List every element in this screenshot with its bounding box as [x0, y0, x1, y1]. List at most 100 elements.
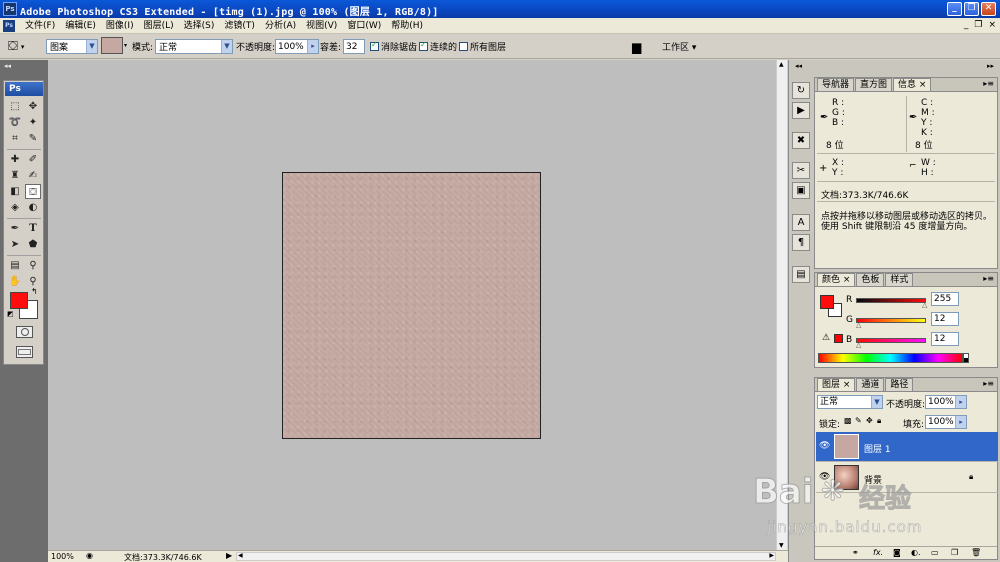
type-tool-icon[interactable]: T: [25, 221, 41, 236]
link-layers-icon[interactable]: ⚭: [852, 548, 859, 557]
tab-swatches[interactable]: 色板: [856, 273, 885, 286]
delete-layer-icon[interactable]: 🗑︎: [971, 548, 981, 557]
fill-source-select[interactable]: 图案 ▼: [46, 39, 98, 54]
mode-select[interactable]: 正常 ▼: [155, 39, 233, 54]
pen-tool-icon[interactable]: ✒: [7, 221, 23, 236]
doc-minimize-button[interactable]: _: [964, 20, 969, 30]
tab-styles[interactable]: 样式: [885, 273, 914, 286]
opacity-field[interactable]: 100% ▸: [275, 39, 319, 54]
notes-tool-icon[interactable]: ▤: [7, 258, 23, 273]
lock-all-icon[interactable]: 🔒︎: [877, 416, 881, 426]
ps-menu-icon[interactable]: Ps: [3, 20, 15, 32]
blend-mode-select[interactable]: 正常 ▼: [817, 395, 883, 409]
minimize-button[interactable]: _: [947, 2, 962, 16]
hand-tool-icon[interactable]: ✋: [7, 274, 23, 289]
panel-menu-icon[interactable]: ▸≡: [983, 274, 994, 283]
document-canvas[interactable]: [282, 172, 541, 439]
doc-close-button[interactable]: ×: [988, 20, 996, 30]
web-safe-color-swatch[interactable]: [834, 334, 843, 343]
spectrum-black-white[interactable]: [963, 353, 969, 363]
layer-row-layer1[interactable]: 👁︎ 图层 1: [816, 432, 998, 462]
slider-thumb-icon[interactable]: △: [856, 341, 861, 349]
blur-tool-icon[interactable]: ◈: [7, 200, 23, 215]
blue-slider[interactable]: [856, 338, 926, 343]
color-fg-swatch[interactable]: [820, 295, 834, 309]
maximize-button[interactable]: ❐: [964, 2, 979, 16]
clone-source-icon[interactable]: ▣: [792, 182, 810, 199]
menu-layer[interactable]: 图层(L): [139, 20, 179, 32]
paint-bucket-tool-icon[interactable]: ⛋: [25, 184, 41, 199]
close-button[interactable]: ✕: [981, 2, 996, 16]
new-layer-icon[interactable]: ❐: [951, 548, 958, 557]
ps-logo[interactable]: Ps: [5, 82, 43, 96]
default-colors-icon[interactable]: ◩: [7, 310, 14, 318]
menu-image[interactable]: 图像(I): [101, 20, 139, 32]
tab-info[interactable]: 信息 ×: [893, 78, 932, 91]
character-panel-icon[interactable]: A: [792, 214, 810, 231]
history-panel-icon[interactable]: ↻: [792, 82, 810, 99]
scroll-left-icon[interactable]: ◀: [238, 552, 243, 559]
move-tool-icon[interactable]: ✥: [25, 99, 41, 114]
tolerance-field[interactable]: 32: [343, 39, 365, 54]
history-brush-tool-icon[interactable]: ✍: [25, 168, 41, 183]
healing-brush-tool-icon[interactable]: ✚: [7, 152, 23, 167]
collapse-arrows-icon[interactable]: ◂◂: [795, 62, 802, 70]
tool-preset-picker[interactable]: ⛋ ▾: [8, 39, 24, 54]
collapse-arrows-icon[interactable]: ▸▸: [987, 62, 994, 70]
menu-window[interactable]: 窗口(W): [342, 20, 386, 32]
layer-mask-icon[interactable]: ◙: [893, 548, 901, 557]
tab-histogram[interactable]: 直方图: [855, 78, 893, 91]
layer-opacity-field[interactable]: 100% ▸: [925, 395, 967, 409]
vertical-scrollbar[interactable]: ▲ ▼: [776, 60, 787, 550]
menu-help[interactable]: 帮助(H): [386, 20, 428, 32]
layer-comps-icon[interactable]: ▤: [792, 266, 810, 283]
tab-navigator[interactable]: 导航器: [817, 78, 855, 91]
menu-analysis[interactable]: 分析(A): [260, 20, 301, 32]
pattern-picker[interactable]: ▾: [101, 37, 127, 54]
tab-channels[interactable]: 通道: [856, 378, 885, 391]
red-value-field[interactable]: 255: [931, 292, 959, 306]
doc-restore-button[interactable]: ❐: [974, 20, 982, 30]
screen-mode-button[interactable]: [16, 346, 33, 358]
tool-presets-icon[interactable]: ✖: [792, 132, 810, 149]
contiguous-checkbox[interactable]: 连续的: [419, 39, 457, 54]
menu-select[interactable]: 选择(S): [179, 20, 220, 32]
lock-image-icon[interactable]: ✎: [855, 416, 862, 425]
new-group-icon[interactable]: ▭: [931, 548, 939, 557]
scroll-right-icon[interactable]: ▶: [769, 552, 774, 559]
all-layers-checkbox[interactable]: 所有图层: [459, 39, 506, 54]
crop-tool-icon[interactable]: ⌗: [7, 131, 23, 146]
adjustment-layer-icon[interactable]: ◐.: [911, 548, 921, 557]
workspace-menu[interactable]: 工作区 ▾: [662, 39, 696, 54]
tab-color[interactable]: 颜色 ×: [817, 273, 856, 286]
fill-field[interactable]: 100% ▸: [925, 415, 967, 429]
green-slider[interactable]: [856, 318, 926, 323]
swap-colors-icon[interactable]: ↰: [31, 287, 38, 296]
color-spectrum-bar[interactable]: [818, 353, 963, 363]
panel-menu-icon[interactable]: ▸≡: [983, 379, 994, 388]
menu-view[interactable]: 视图(V): [301, 20, 342, 32]
dodge-tool-icon[interactable]: ◐: [25, 200, 41, 215]
layer-row-background[interactable]: 👁︎ 背景 🔒︎: [816, 463, 998, 493]
foreground-color-swatch[interactable]: [10, 292, 28, 309]
brushes-panel-icon[interactable]: ✂: [792, 162, 810, 179]
menu-filter[interactable]: 滤镜(T): [219, 20, 260, 32]
antialias-checkbox[interactable]: 消除锯齿: [370, 39, 417, 54]
red-slider[interactable]: [856, 298, 926, 303]
gamut-warning-icon[interactable]: ⚠: [822, 333, 830, 343]
blue-value-field[interactable]: 12: [931, 332, 959, 346]
green-value-field[interactable]: 12: [931, 312, 959, 326]
magic-wand-tool-icon[interactable]: ✦: [25, 115, 41, 130]
collapse-arrows-icon[interactable]: ◂◂: [4, 62, 11, 70]
path-selection-tool-icon[interactable]: ➤: [7, 237, 23, 252]
status-menu-arrow-icon[interactable]: ▶: [226, 551, 232, 560]
eyedropper-tool-icon[interactable]: ⚲: [25, 258, 41, 273]
slider-thumb-icon[interactable]: △: [856, 321, 861, 329]
status-nav-icon[interactable]: ◉: [86, 551, 93, 560]
layer-style-icon[interactable]: fx.: [873, 548, 883, 557]
shape-tool-icon[interactable]: ⬟: [25, 237, 41, 252]
slice-tool-icon[interactable]: ✎: [25, 131, 41, 146]
scroll-up-icon[interactable]: ▲: [779, 61, 784, 68]
slider-thumb-icon[interactable]: △: [922, 301, 927, 309]
lock-transparent-icon[interactable]: ▩: [844, 416, 852, 425]
